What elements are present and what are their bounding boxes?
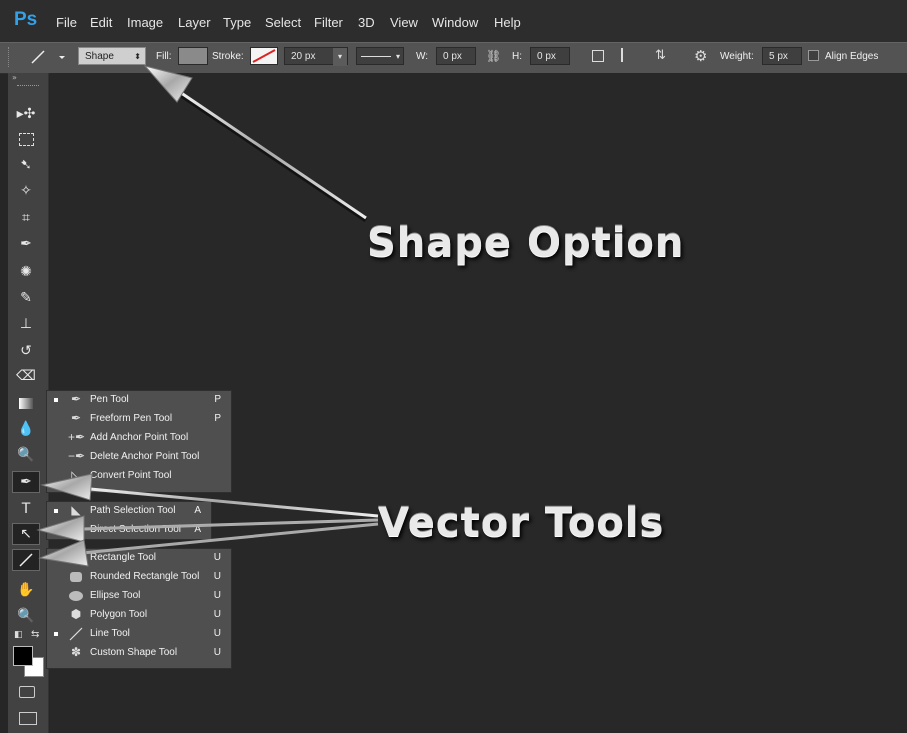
- annotation-arrows: [36, 65, 379, 567]
- vector-tools-annotation: Vector Tools: [378, 500, 665, 546]
- vector-tools-arrow: [36, 473, 379, 567]
- shape-option-arrow: [143, 65, 368, 223]
- shape-option-annotation: Shape Option: [367, 220, 685, 266]
